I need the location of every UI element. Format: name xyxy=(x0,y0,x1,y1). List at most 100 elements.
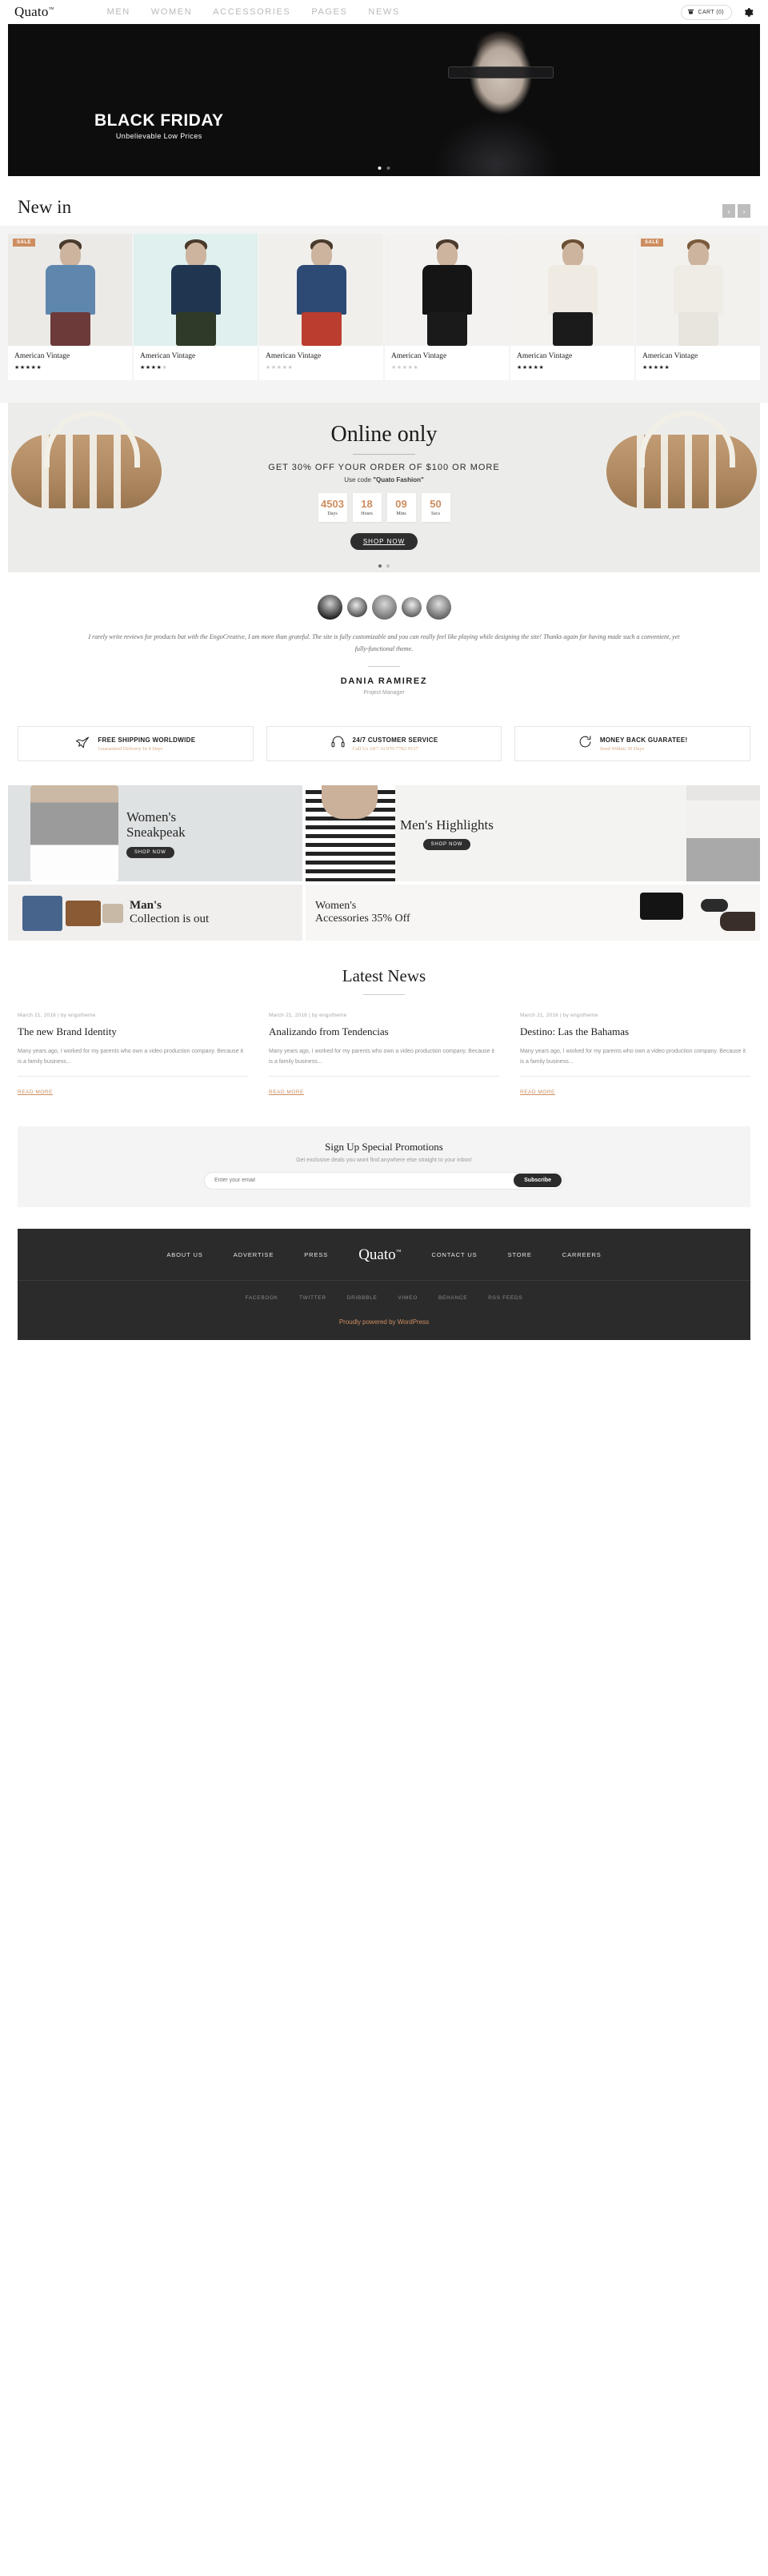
product-image xyxy=(510,234,634,346)
product-card[interactable]: SALE American Vintage ★★★★★ xyxy=(8,234,132,380)
social-link-rss-feeds[interactable]: RSS FEEDS xyxy=(488,1295,522,1301)
promo-pagination[interactable] xyxy=(378,564,390,568)
footer-link-press[interactable]: PRESS xyxy=(304,1251,328,1258)
main-nav: MEN WOMEN ACCESSORIES PAGES NEWS xyxy=(107,7,400,17)
service-title: 24/7 CUSTOMER SERVICE xyxy=(352,736,438,744)
promo-divider xyxy=(353,454,415,455)
countdown-days: 4503 Days xyxy=(318,493,347,522)
hero-dot-2[interactable] xyxy=(386,167,390,170)
hero-pagination[interactable] xyxy=(378,167,390,170)
sale-badge: SALE xyxy=(13,239,36,247)
avatar[interactable] xyxy=(371,595,397,620)
service-customer-service[interactable]: 24/7 CUSTOMER SERVICE Call Us 24/7 At 07… xyxy=(266,726,502,762)
avatar[interactable] xyxy=(346,597,367,617)
product-meta: American Vintage ★★★★★ xyxy=(385,346,509,380)
promo-dot-2[interactable] xyxy=(386,564,390,568)
promo-dot-1[interactable] xyxy=(378,564,382,568)
nav-item-men[interactable]: MEN xyxy=(107,7,130,17)
post-title[interactable]: Analizando from Tendencias xyxy=(269,1025,499,1038)
post-read-more-link[interactable]: READ MORE xyxy=(520,1089,555,1095)
banner-shop-now-button[interactable]: SHOP NOW xyxy=(422,839,471,851)
news-grid: March 21, 2016 | by engotheme The new Br… xyxy=(0,995,768,1097)
social-link-twitter[interactable]: TWITTER xyxy=(299,1295,326,1301)
nav-item-women[interactable]: WOMEN xyxy=(151,7,192,17)
product-rating: ★★★★★ xyxy=(140,365,168,371)
homepage: Quato™ MEN WOMEN ACCESSORIES PAGES NEWS … xyxy=(0,0,768,1340)
newsletter-email-input[interactable] xyxy=(214,1178,514,1184)
footer-link-carreers[interactable]: CARREERS xyxy=(562,1251,602,1258)
footer-link-contact-us[interactable]: CONTACT US xyxy=(432,1251,478,1258)
service-free-shipping[interactable]: FREE SHIPPING WORLDWIDE Guaranteed Deliv… xyxy=(18,726,254,762)
avatar[interactable] xyxy=(401,597,422,617)
product-rating: ★★★★★ xyxy=(391,365,419,371)
social-link-behance[interactable]: BEHANCE xyxy=(438,1295,467,1301)
category-banners: Women's Sneakpeak SHOP NOW Men's Highlig… xyxy=(0,785,768,941)
news-post[interactable]: March 21, 2016 | by engotheme The new Br… xyxy=(18,1013,248,1097)
social-link-dribbble[interactable]: DRIBBBLE xyxy=(347,1295,378,1301)
hero-dot-1[interactable] xyxy=(378,167,382,170)
hero-slider[interactable]: BLACK FRIDAY Unbelievable Low Prices xyxy=(8,24,760,176)
newsletter-subscribe-button[interactable]: Subscribe xyxy=(514,1174,562,1188)
product-card[interactable]: SALE American Vintage ★★★★★ xyxy=(636,234,760,380)
social-link-vimeo[interactable]: VIMEO xyxy=(398,1295,418,1301)
post-excerpt: Many years ago, I worked for my parents … xyxy=(520,1048,746,1065)
promo-code-line: Use code "Quato Fashion" xyxy=(8,476,760,484)
testimonial-author: DANIA RAMIREZ xyxy=(340,676,428,687)
product-image xyxy=(134,234,258,346)
service-title: FREE SHIPPING WORLDWIDE xyxy=(98,736,196,744)
promo-shop-now-button[interactable]: SHOP NOW xyxy=(350,533,418,550)
newsletter-subtitle: Get exclusive deals you wont find anywhe… xyxy=(296,1157,472,1163)
footer-credit: Proudly powered by WordPress xyxy=(338,1318,430,1326)
post-title[interactable]: The new Brand Identity xyxy=(18,1025,248,1038)
carousel-prev-button[interactable]: ‹ xyxy=(722,204,735,218)
newsletter-section: Sign Up Special Promotions Get exclusive… xyxy=(18,1125,750,1207)
product-card[interactable]: American Vintage ★★★★★ xyxy=(259,234,383,380)
countdown-mins-value: 09 xyxy=(395,498,407,510)
footer-link-about-us[interactable]: ABOUT US xyxy=(166,1251,202,1258)
banner-title: Men's Highlights xyxy=(400,817,494,833)
footer-link-advertise[interactable]: ADVERTISE xyxy=(234,1251,274,1258)
banner-title-line1: Women's xyxy=(315,900,357,913)
nav-item-pages[interactable]: PAGES xyxy=(311,7,347,17)
cart-button[interactable]: CART (0) xyxy=(681,4,732,20)
carousel-next-button[interactable]: › xyxy=(738,204,750,218)
promo-code-prefix: Use code xyxy=(344,476,374,484)
news-post[interactable]: March 21, 2016 | by engotheme Destino: L… xyxy=(520,1013,750,1097)
gear-icon[interactable] xyxy=(743,7,754,18)
product-card[interactable]: American Vintage ★★★★★ xyxy=(385,234,509,380)
nav-item-accessories[interactable]: ACCESSORIES xyxy=(213,7,290,17)
refresh-icon xyxy=(578,734,593,753)
avatar[interactable] xyxy=(317,595,342,620)
news-post[interactable]: March 21, 2016 | by engotheme Analizando… xyxy=(269,1013,499,1097)
banner-shop-now-button[interactable]: SHOP NOW xyxy=(126,846,174,858)
services-bar: FREE SHIPPING WORLDWIDE Guaranteed Deliv… xyxy=(18,726,751,762)
product-card[interactable]: American Vintage ★★★★★ xyxy=(134,234,258,380)
product-card[interactable]: American Vintage ★★★★★ xyxy=(510,234,634,380)
post-title[interactable]: Destino: Las the Bahamas xyxy=(520,1025,750,1038)
service-text: 24/7 CUSTOMER SERVICE Call Us 24/7 At 07… xyxy=(353,736,438,752)
site-logo[interactable]: Quato™ xyxy=(14,4,61,20)
banner-mans-collection[interactable]: Man's Collection is out xyxy=(8,885,302,941)
nav-item-news[interactable]: NEWS xyxy=(368,7,399,17)
post-read-more-link[interactable]: READ MORE xyxy=(18,1089,53,1095)
post-read-more-link[interactable]: READ MORE xyxy=(269,1089,304,1095)
footer-nav: ABOUT US ADVERTISE PRESS Quato™ CONTACT … xyxy=(18,1246,750,1264)
footer-logo[interactable]: Quato™ xyxy=(358,1246,401,1264)
avatar[interactable] xyxy=(426,595,451,620)
service-text: MONEY BACK GUARATEE! Send Within 30 Days xyxy=(600,736,688,752)
product-rating: ★★★★★ xyxy=(642,365,670,371)
banner-mens-highlights[interactable]: Men's Highlights SHOP NOW xyxy=(306,785,760,882)
site-header: Quato™ MEN WOMEN ACCESSORIES PAGES NEWS … xyxy=(0,0,768,24)
newsletter-form: Subscribe xyxy=(204,1171,564,1190)
banner-title-line2: Accessories 35% Off xyxy=(315,913,410,925)
banner-womens-sneakpeak[interactable]: Women's Sneakpeak SHOP NOW xyxy=(8,785,302,882)
countdown-hours: 18 Hours xyxy=(352,493,382,522)
footer-link-store[interactable]: STORE xyxy=(508,1251,532,1258)
testimonial-avatars xyxy=(0,595,768,620)
banner-womens-accessories[interactable]: Women's Accessories 35% Off xyxy=(306,885,760,941)
footer-social-links: FACEBOOK TWITTER DRIBBBLE VIMEO BEHANCE … xyxy=(18,1281,750,1301)
social-link-facebook[interactable]: FACEBOOK xyxy=(246,1295,278,1301)
site-logo-text: Quato xyxy=(14,4,49,19)
service-money-back[interactable]: MONEY BACK GUARATEE! Send Within 30 Days xyxy=(514,726,751,762)
banner-title-line2: Collection is out xyxy=(130,913,210,926)
